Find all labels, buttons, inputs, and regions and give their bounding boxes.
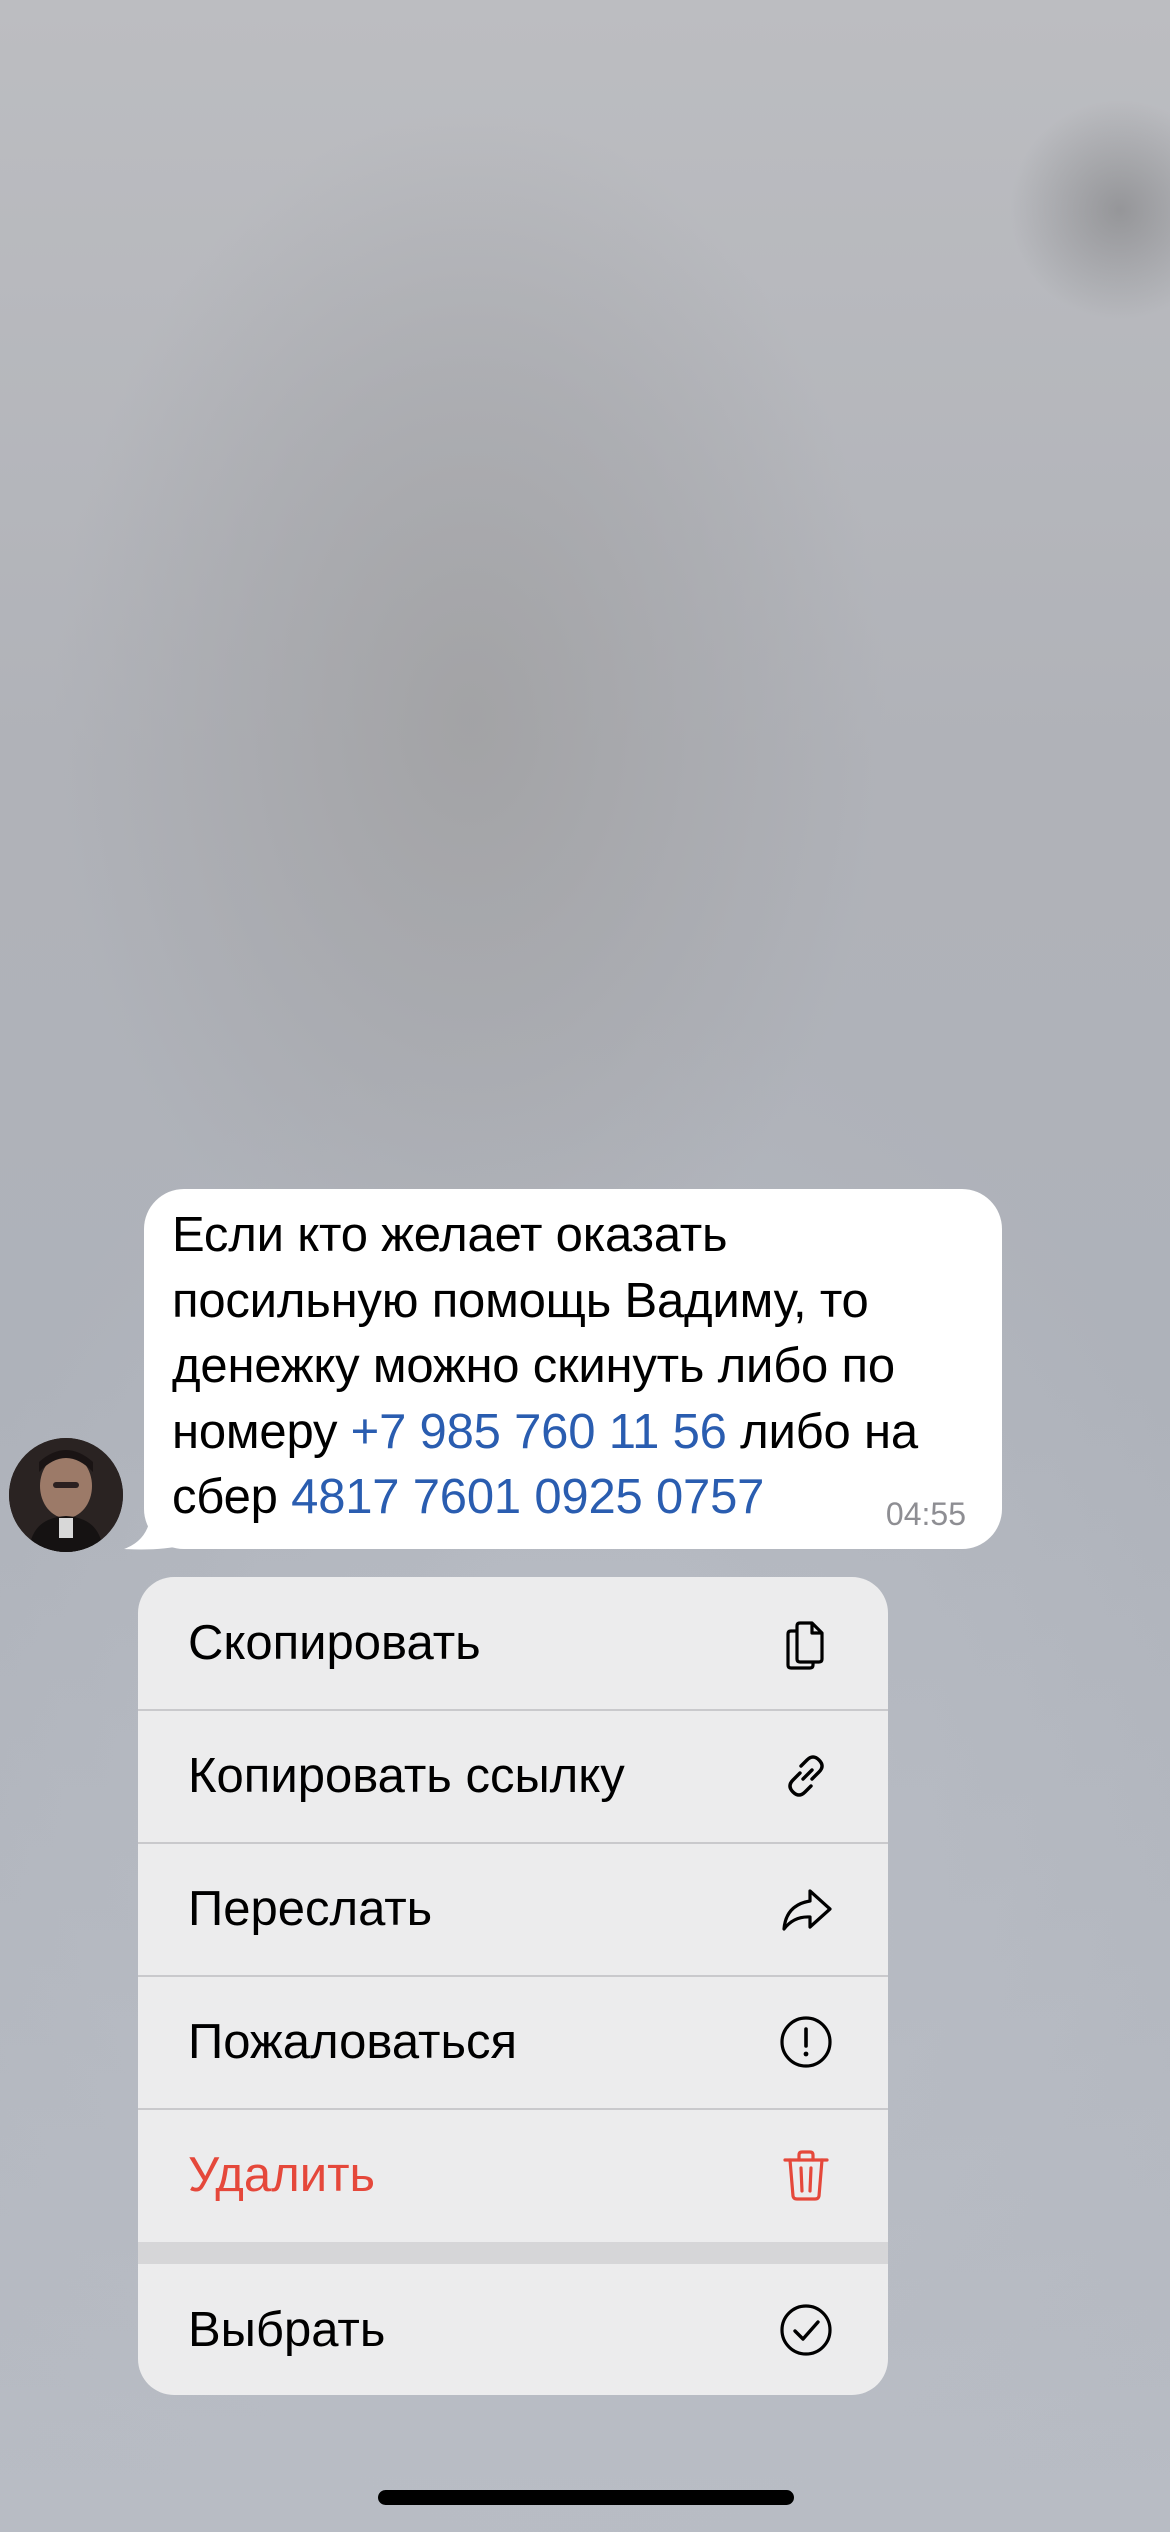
menu-item-label: Выбрать: [188, 2303, 386, 2357]
menu-item-copy[interactable]: Скопировать: [138, 1577, 888, 1709]
message-line-suffix: либо на: [726, 1404, 918, 1459]
message-line-prefix: сбер: [172, 1470, 292, 1524]
phone-number-link[interactable]: +7 985 760 11 56: [351, 1405, 727, 1459]
menu-item-forward[interactable]: Переслать: [138, 1843, 888, 1975]
report-icon: [780, 2016, 832, 2068]
message-bubble[interactable]: Если кто желает оказать посильную помощь…: [144, 1189, 1002, 1549]
message-line: посильную помощь Вадиму, то: [172, 1273, 869, 1328]
message-line: Если кто желает оказать: [172, 1208, 728, 1262]
card-number-link[interactable]: 4817 7601 0925 0757: [291, 1470, 764, 1524]
menu-item-select[interactable]: Выбрать: [138, 2264, 888, 2395]
menu-item-label: Скопировать: [188, 1616, 481, 1670]
message-timestamp: 04:55: [885, 1496, 966, 1532]
home-indicator[interactable]: [378, 2490, 794, 2505]
avatar-photo: [9, 1438, 123, 1552]
message-line: сбер 4817 7601 0925 0757: [172, 1465, 1002, 1531]
message-line-prefix: номеру: [172, 1404, 351, 1459]
menu-item-label: Копировать ссылку: [188, 1749, 625, 1803]
forward-icon: [782, 1889, 832, 1931]
menu-item-copy-link[interactable]: Копировать ссылку: [138, 1710, 888, 1842]
message-line: денежку можно скинуть либо по: [172, 1339, 895, 1393]
message-context-menu: Скопировать Копировать ссылку Переслать: [138, 1577, 888, 2395]
menu-item-delete[interactable]: Удалить: [138, 2109, 888, 2241]
checkmark-circle-icon: [780, 2304, 832, 2356]
message-text: Если кто желает оказать посильную помощь…: [172, 1203, 1002, 1531]
menu-item-label: Пожаловаться: [188, 2015, 518, 2069]
copy-icon: [786, 1621, 824, 1670]
menu-item-label: Переслать: [188, 1882, 433, 1936]
trash-icon: [783, 2150, 829, 2201]
message-line: номеру +7 985 760 11 56 либо на: [172, 1400, 1002, 1466]
menu-item-label: Удалить: [188, 2148, 376, 2202]
menu-group-separator: [138, 2242, 888, 2264]
link-icon: [788, 1755, 824, 1797]
menu-item-report[interactable]: Пожаловаться: [138, 1976, 888, 2108]
sender-avatar[interactable]: [9, 1438, 123, 1552]
